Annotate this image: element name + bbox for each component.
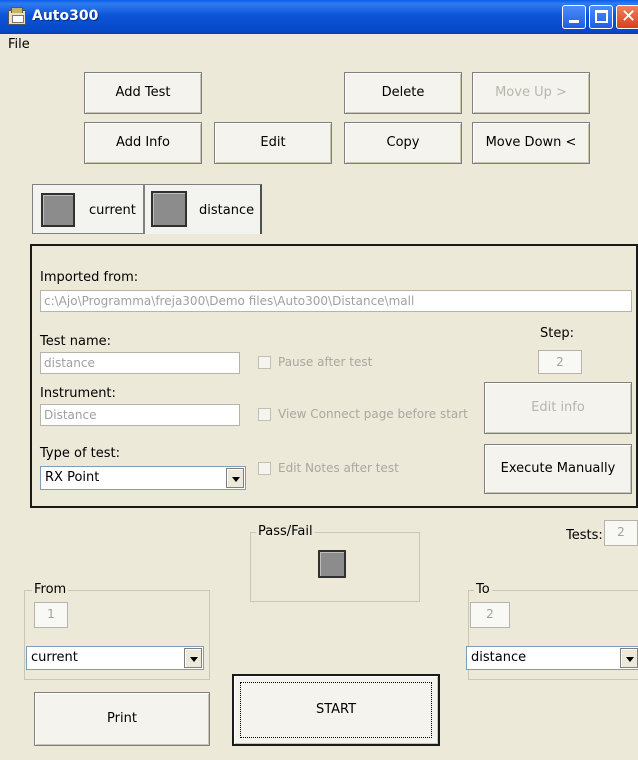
imported-from-field[interactable]: c:\Ajo\Programma\freja300\Demo files\Aut… [40,290,632,312]
test-details-panel: Imported from: c:\Ajo\Programma\freja300… [30,244,638,508]
from-number-field[interactable]: 1 [34,602,68,628]
chevron-down-icon[interactable] [184,648,202,668]
app-icon [8,7,26,25]
copy-button[interactable]: Copy [344,122,462,164]
to-number-field[interactable]: 2 [470,602,510,628]
test-name-field[interactable]: distance [40,352,240,374]
pass-fail-label: Pass/Fail [256,524,315,539]
pass-fail-indicator [318,550,346,578]
move-down-button[interactable]: Move Down < [472,122,590,164]
focus-rect [240,682,432,738]
chevron-down-icon[interactable] [226,468,244,488]
menu-bar: File [0,34,638,56]
tests-count-field[interactable]: 2 [604,520,638,546]
test-name-label: Test name: [40,334,111,349]
to-select-value: distance [471,650,527,665]
maximize-button[interactable] [589,5,613,29]
tests-label: Tests: [566,528,603,543]
view-connect-checkbox[interactable] [258,408,271,421]
minimize-icon [569,20,579,23]
step-field[interactable]: 2 [538,350,582,374]
to-select[interactable]: distance [466,646,638,670]
from-label: From [32,582,69,597]
from-select[interactable]: current [26,646,204,670]
close-icon: ✕ [621,6,637,27]
status-indicator [41,193,75,227]
add-info-button[interactable]: Add Info [84,122,202,164]
instrument-field[interactable]: Distance [40,404,240,426]
type-of-test-select[interactable]: RX Point [40,466,246,490]
pause-after-test-label: Pause after test [278,355,373,369]
start-button[interactable]: START [232,674,440,746]
type-of-test-label: Type of test: [40,446,120,461]
execute-manually-button[interactable]: Execute Manually [484,444,632,494]
view-connect-label: View Connect page before start [278,407,468,421]
title-bar: Auto300 ✕ [0,0,638,34]
from-select-value: current [31,650,78,665]
edit-button[interactable]: Edit [214,122,332,164]
edit-notes-label: Edit Notes after test [278,461,399,475]
minimize-button[interactable] [562,5,586,29]
test-tab-current[interactable]: current [32,184,144,234]
add-test-button[interactable]: Add Test [84,72,202,114]
close-button[interactable]: ✕ [616,5,638,29]
test-tab-label: distance [199,203,255,218]
delete-button[interactable]: Delete [344,72,462,114]
pause-after-test-checkbox[interactable] [258,356,271,369]
test-tab-distance[interactable]: distance [144,184,262,234]
step-label: Step: [540,326,574,341]
window-title: Auto300 [32,8,99,24]
chevron-down-icon[interactable] [620,648,638,668]
move-up-button[interactable]: Move Up > [472,72,590,114]
menu-file[interactable]: File [8,37,30,52]
edit-info-button[interactable]: Edit info [484,382,632,434]
instrument-label: Instrument: [40,386,116,401]
type-of-test-value: RX Point [45,470,100,485]
maximize-icon [595,10,608,23]
print-button[interactable]: Print [34,692,210,746]
imported-from-label: Imported from: [40,270,139,285]
edit-notes-checkbox[interactable] [258,462,271,475]
to-label: To [474,582,492,597]
test-tab-label: current [89,203,136,218]
status-indicator [151,191,187,227]
